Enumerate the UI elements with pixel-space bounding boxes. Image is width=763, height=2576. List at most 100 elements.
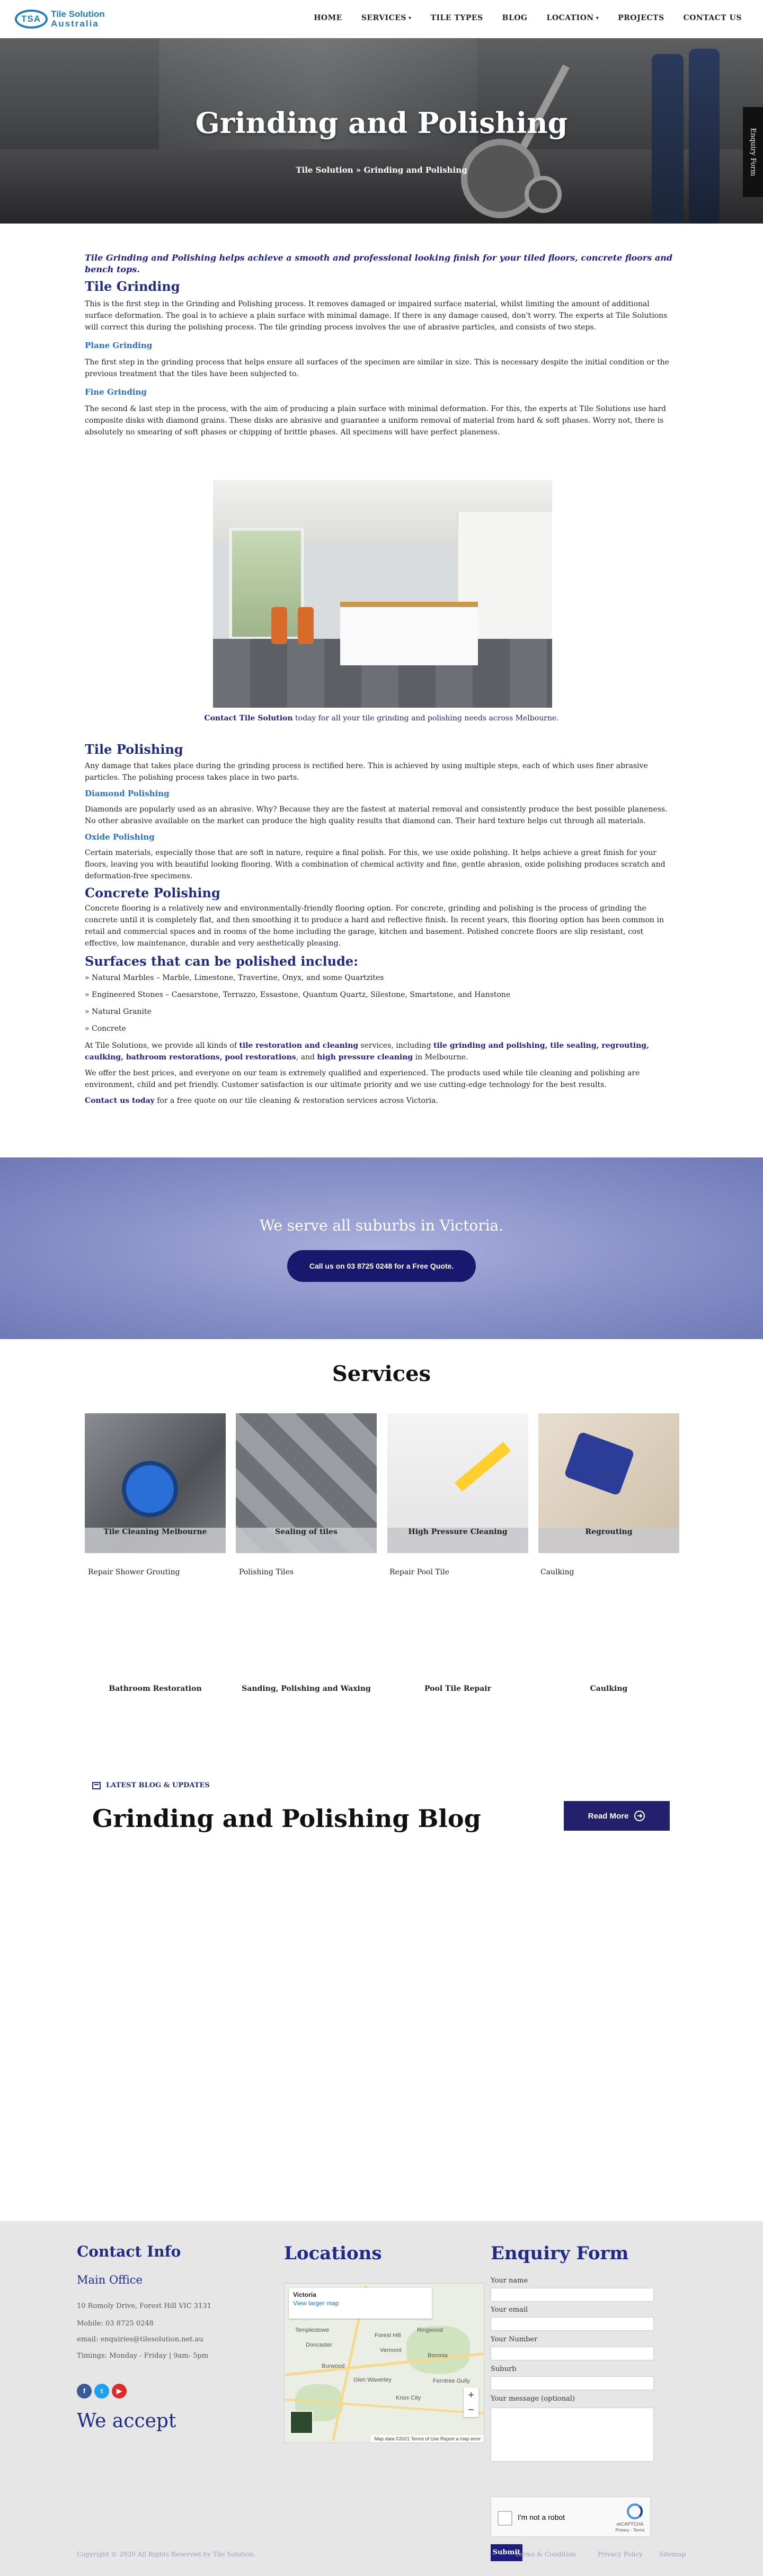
section-title: Tile Polishing	[85, 742, 183, 757]
service-card-regrouting[interactable]: Regrouting	[538, 1413, 679, 1553]
hero-banner: Grinding and Polishing Tile Solution » G…	[0, 38, 763, 224]
suburb-field[interactable]	[491, 2376, 654, 2390]
logo-line-2: Australia	[51, 19, 99, 29]
recaptcha-terms[interactable]: Privacy - Terms	[614, 2528, 646, 2533]
logo-line-1: Tile Solution	[51, 9, 105, 19]
hero-image-floor	[0, 149, 763, 224]
service-link[interactable]: Caulking	[540, 1568, 574, 1576]
recaptcha-checkbox[interactable]	[498, 2511, 512, 2526]
mobile[interactable]: Mobile: 03 8725 0248	[77, 2320, 154, 2328]
nav-tile-types[interactable]: TILE TYPES	[431, 14, 483, 22]
service-card-sealing[interactable]: Sealing of tiles	[236, 1413, 377, 1553]
call-quote-button[interactable]: Call us on 03 8725 0248 for a Free Quote…	[287, 1250, 476, 1282]
service-card-label: Tile Cleaning Melbourne	[85, 1528, 226, 1553]
photo-chair	[271, 607, 287, 644]
contact-tile-solution-link[interactable]: Contact Tile Solution	[204, 714, 292, 723]
we-accept-title: We accept	[77, 2410, 176, 2432]
contact-us-link[interactable]: Contact us today	[85, 1097, 155, 1105]
facebook-icon[interactable]: f	[77, 2384, 92, 2399]
email-field[interactable]	[491, 2317, 654, 2331]
service-link[interactable]: Polishing Tiles	[239, 1568, 294, 1576]
service-link[interactable]: Repair Shower Grouting	[88, 1568, 180, 1576]
photo-chair	[298, 607, 314, 644]
service-link[interactable]: Sanding, Polishing and Waxing	[236, 1684, 377, 1693]
number-field[interactable]	[491, 2347, 654, 2360]
paragraph: We offer the best prices, and everyone o…	[85, 1069, 640, 1089]
contact-paragraph: Contact us today for a free quote on our…	[85, 1095, 678, 1107]
recaptcha-widget: I'm not a robot reCAPTCHA Privacy - Term…	[491, 2497, 651, 2537]
subsection-title: Diamond Polishing	[85, 789, 170, 798]
pressure-wand-graphic	[454, 1442, 511, 1492]
email[interactable]: email: enquiries@tilesolution.net.au	[77, 2336, 203, 2343]
service-card-label: Regrouting	[538, 1528, 679, 1553]
blog-tag: LATEST BLOG & UPDATES	[92, 1781, 210, 1789]
service-link[interactable]: Pool Tile Repair	[387, 1684, 528, 1693]
list-item: » Engineered Stones – Caesarstone, Terra…	[85, 991, 511, 999]
enquiry-tab-label: Enquiry Form	[749, 128, 757, 176]
nav-contact-us[interactable]: CONTACT US	[684, 14, 742, 22]
message-field[interactable]	[491, 2408, 654, 2462]
nav-label: HOME	[314, 14, 342, 22]
service-link[interactable]: Caulking	[538, 1684, 679, 1693]
map-town-label: Knox City	[396, 2395, 421, 2401]
footer-link-sitemap[interactable]: Sitemap	[659, 2551, 686, 2558]
logo-mark-text: TSA	[21, 14, 41, 24]
nav-services[interactable]: SERVICES ▾	[361, 14, 412, 22]
text: in Melbourne.	[413, 1053, 468, 1062]
twitter-icon[interactable]: t	[94, 2384, 109, 2399]
map-info-box: Victoria View larger map	[289, 2288, 432, 2319]
service-link[interactable]: Repair Pool Tile	[389, 1568, 449, 1576]
chevron-down-icon: ▾	[409, 15, 412, 21]
youtube-icon[interactable]: ▶	[112, 2384, 127, 2399]
caption-text: today for all your tile grinding and pol…	[292, 714, 559, 723]
copyright: Copyright © 2020 All Rights Reserved by …	[77, 2551, 256, 2558]
banner-title: We serve all suburbs in Victoria.	[259, 1217, 504, 1234]
service-link[interactable]: Bathroom Restoration	[85, 1684, 226, 1693]
map-town-label: Ferntree Gully	[433, 2378, 470, 2384]
read-more-button[interactable]: Read More	[564, 1801, 670, 1831]
services-title: Services	[332, 1361, 431, 1386]
service-card-label: Sealing of tiles	[236, 1528, 377, 1553]
section-title: Concrete Polishing	[85, 885, 220, 901]
blog-title: Grinding and Polishing Blog	[92, 1804, 481, 1833]
service-card-tile-cleaning[interactable]: Tile Cleaning Melbourne	[85, 1413, 226, 1553]
map-town-label: Doncaster	[306, 2342, 333, 2348]
map-town-label: Templestowe	[295, 2327, 330, 2333]
enquiry-form-title: Enquiry Form	[491, 2243, 629, 2264]
contact-info-title: Contact Info	[77, 2243, 181, 2260]
breadcrumb[interactable]: Tile Solution » Grinding and Polishing	[0, 165, 763, 175]
enquiry-form-tab[interactable]: Enquiry Form	[743, 107, 763, 197]
main-office-title: Main Office	[77, 2274, 143, 2286]
map-zoom-controls[interactable]: + −	[464, 2387, 478, 2417]
footer-link-terms[interactable]: Terms & Condition	[515, 2551, 576, 2558]
grout-float-graphic	[563, 1431, 635, 1496]
list-item: » Concrete	[85, 1024, 126, 1033]
name-field[interactable]	[491, 2288, 654, 2302]
text: services, including	[358, 1041, 433, 1050]
satellite-toggle[interactable]	[290, 2411, 313, 2434]
locations-map[interactable]: Victoria View larger map Forest Hill Rin…	[284, 2283, 484, 2443]
logo-text: Tile Solution Australia	[51, 10, 105, 29]
subsection-title: Oxide Polishing	[85, 832, 155, 842]
newspaper-icon	[92, 1781, 101, 1789]
nav-home[interactable]: HOME	[314, 14, 342, 22]
services-paragraph: At Tile Solutions, we provide all kinds …	[85, 1040, 678, 1063]
text: , and	[296, 1053, 317, 1062]
map-town-label: Boronia	[428, 2352, 448, 2359]
tile-restoration-link[interactable]: tile restoration and cleaning	[239, 1041, 358, 1050]
view-larger-map-link[interactable]: View larger map	[289, 2299, 432, 2307]
service-card-high-pressure[interactable]: High Pressure Cleaning	[387, 1413, 528, 1553]
nav-location[interactable]: LOCATION ▾	[546, 14, 599, 22]
map-town-label: Ringwood	[417, 2327, 443, 2333]
map-attribution: Map data ©2021 Terms of Use Report a map…	[371, 2435, 484, 2443]
footer-link-privacy[interactable]: Privacy Policy	[598, 2551, 643, 2558]
site-logo[interactable]: TSA Tile Solution Australia	[15, 10, 105, 29]
nav-projects[interactable]: PROJECTS	[618, 14, 664, 22]
nav-blog[interactable]: BLOG	[502, 14, 528, 22]
section-title: Surfaces that can be polished include:	[85, 953, 358, 969]
arrow-right-circle-icon	[634, 1811, 645, 1821]
message-label: Your message (optional)	[491, 2395, 575, 2403]
photo-caption: Contact Tile Solution today for all your…	[0, 714, 763, 723]
map-town-label: Forest Hill	[375, 2332, 401, 2339]
high-pressure-cleaning-link[interactable]: high pressure cleaning	[317, 1053, 413, 1062]
